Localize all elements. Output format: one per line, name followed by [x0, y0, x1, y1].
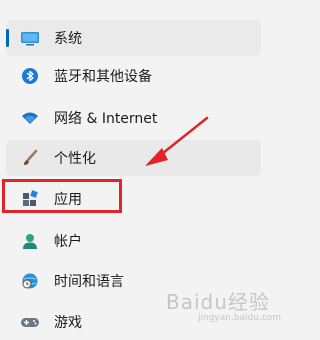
watermark-sub: jingyan.baidu.com	[198, 313, 282, 323]
watermark: Baidu经验	[166, 290, 270, 314]
